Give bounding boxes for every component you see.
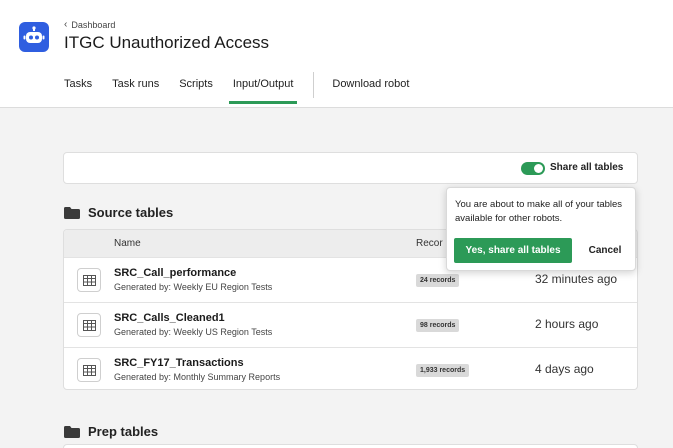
tab-download-robot[interactable]: Download robot: [332, 78, 409, 104]
folder-icon: [64, 206, 80, 219]
column-header-name[interactable]: Name: [114, 238, 141, 249]
table-icon: [77, 268, 101, 292]
table-generated-by: Generated by: Monthly Summary Reports: [114, 372, 281, 382]
cancel-button[interactable]: Cancel: [579, 238, 631, 263]
updated-time: 32 minutes ago: [535, 272, 618, 286]
records-badge: 98 records: [416, 319, 460, 332]
table-name[interactable]: SRC_FY17_Transactions: [114, 357, 244, 369]
tab-divider: [313, 72, 315, 98]
breadcrumb-link[interactable]: Dashboard: [71, 20, 115, 30]
page-title: ITGC Unauthorized Access: [64, 33, 270, 52]
page-header: ‹ Dashboard ITGC Unauthorized Access Tas…: [0, 0, 673, 108]
prep-tables-heading: Prep tables: [64, 424, 158, 439]
tab-tasks[interactable]: Tasks: [64, 78, 92, 104]
table-name[interactable]: SRC_Call_performance: [114, 267, 236, 279]
table-icon: [77, 358, 101, 382]
source-tables-title: Source tables: [88, 205, 174, 220]
confirm-share-button[interactable]: Yes, share all tables: [454, 238, 572, 263]
table-name[interactable]: SRC_Calls_Cleaned1: [114, 312, 225, 324]
tab-input-output[interactable]: Input/Output: [228, 78, 297, 104]
updated-time: 4 days ago: [535, 362, 594, 376]
chevron-left-icon: ‹: [64, 19, 68, 30]
updated-time: 2 hours ago: [535, 317, 599, 331]
breadcrumb[interactable]: ‹ Dashboard: [64, 19, 115, 30]
tab-task-runs[interactable]: Task runs: [112, 78, 159, 104]
table-generated-by: Generated by: Weekly US Region Tests: [114, 327, 273, 337]
share-all-label: Share all tables: [550, 162, 624, 173]
table-generated-by: Generated by: Weekly EU Region Tests: [114, 282, 273, 292]
prep-tables-table: [63, 444, 638, 448]
records-badge: 1,933 records: [416, 364, 470, 377]
source-tables-heading: Source tables: [64, 205, 173, 220]
share-all-toggle[interactable]: [521, 162, 545, 175]
tab-bar: Tasks Task runs Scripts Input/Output Dow…: [64, 72, 429, 104]
records-badge: 24 records: [416, 274, 460, 287]
share-bar: Share all tables: [63, 152, 638, 184]
folder-icon: [64, 425, 80, 438]
table-row[interactable]: SRC_Calls_Cleaned1 Generated by: Weekly …: [64, 302, 637, 347]
prep-tables-title: Prep tables: [88, 424, 159, 439]
table-icon: [77, 313, 101, 337]
table-row[interactable]: SRC_FY17_Transactions Generated by: Mont…: [64, 347, 637, 389]
column-header-records[interactable]: Recor: [416, 238, 443, 249]
tab-scripts[interactable]: Scripts: [179, 78, 213, 104]
robot-icon: [19, 22, 49, 52]
popover-message: You are about to make all of your tables…: [455, 199, 623, 224]
share-confirm-popover: You are about to make all of your tables…: [446, 187, 636, 271]
